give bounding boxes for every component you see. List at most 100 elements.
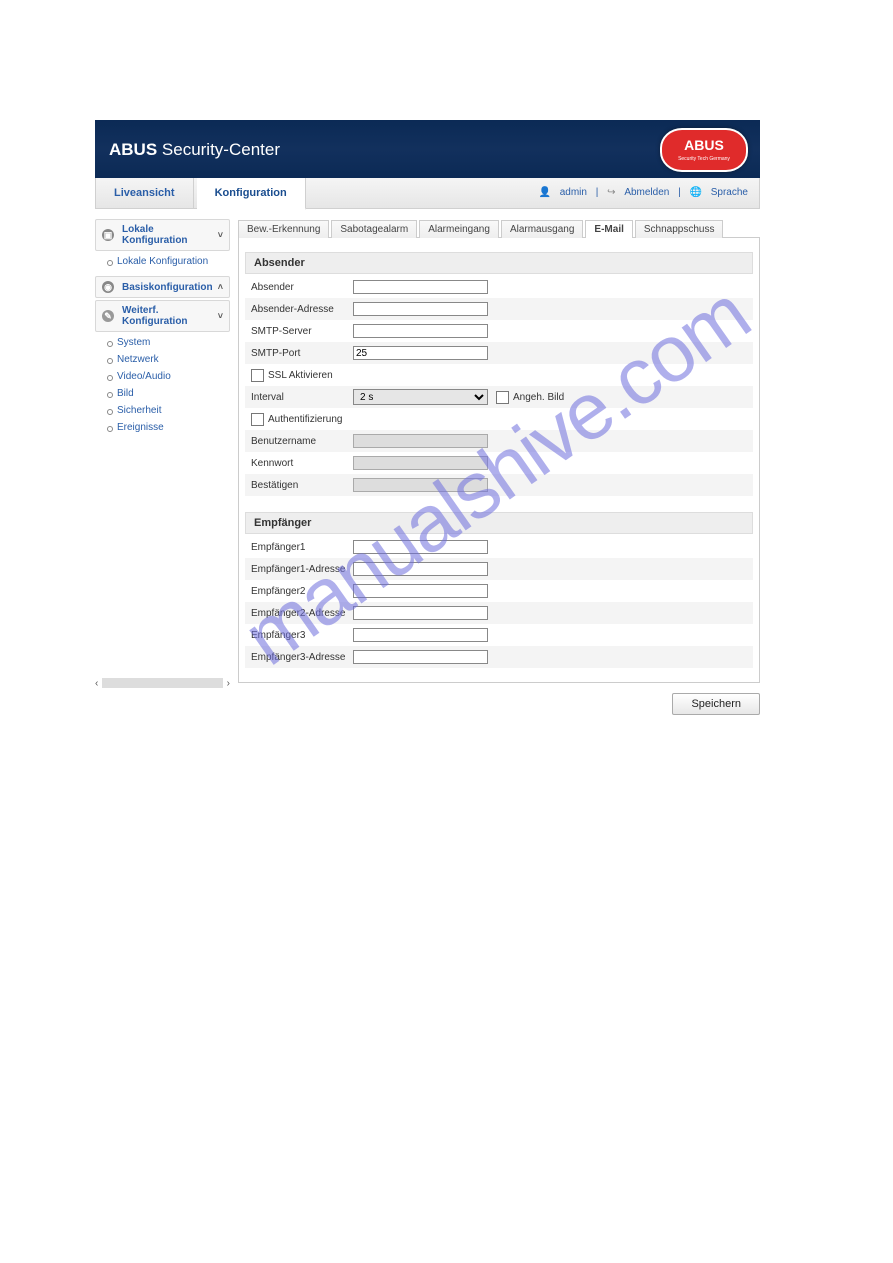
input-username [353,434,488,448]
row-r3: Empfänger3 [245,624,753,646]
sidebar-group-advanced-title: Weiterf. Konfiguration [122,305,218,327]
row-confirm: Bestätigen [245,474,753,496]
screen-icon: ▣ [102,229,114,241]
tab-liveview[interactable]: Liveansicht [96,178,194,208]
language-link[interactable]: Sprache [711,187,748,198]
sub-tab-bar: Bew.-Erkennung Sabotagealarm Alarmeingan… [238,219,760,237]
checkbox-attach-img[interactable] [496,391,509,404]
chevron-down-icon: ˅ [218,311,223,321]
row-sender-addr: Absender-Adresse [245,298,753,320]
input-password [353,456,488,470]
sidebar-item-videoaudio[interactable]: Video/Audio [95,368,230,385]
subtab-snapshot[interactable]: Schnappschuss [635,220,724,238]
input-sender-addr[interactable] [353,302,488,316]
input-sender[interactable] [353,280,488,294]
sidebar-item-image[interactable]: Bild [95,385,230,402]
row-password: Kennwort [245,452,753,474]
input-r2addr[interactable] [353,606,488,620]
header-bar: ABUS Security-Center ABUS Security Tech … [95,120,760,178]
select-interval[interactable]: 2 s [353,389,488,405]
label-r3: Empfänger3 [251,630,353,641]
subtab-motion[interactable]: Bew.-Erkennung [238,220,329,238]
row-username: Benutzername [245,430,753,452]
user-label[interactable]: admin [560,187,587,198]
chevron-up-icon: ˄ [218,282,223,292]
logout-link[interactable]: Abmelden [624,187,669,198]
input-smtp-port[interactable] [353,346,488,360]
subtab-alarm-out[interactable]: Alarmausgang [501,220,583,238]
section-head-sender: Absender [245,252,753,274]
row-r3addr: Empfänger3-Adresse [245,646,753,668]
sidebar-item-local-config[interactable]: Lokale Konfiguration [95,253,230,270]
scroll-right-icon[interactable]: › [227,678,230,689]
subtab-alarm-in[interactable]: Alarmeingang [419,220,499,238]
user-icon: 👤 [538,187,550,198]
label-r2addr: Empfänger2-Adresse [251,608,353,619]
tab-configuration[interactable]: Konfiguration [197,178,306,210]
label-attach-img: Angeh. Bild [513,392,564,403]
label-username: Benutzername [251,436,353,447]
sep2: | [678,187,681,198]
label-smtp-port: SMTP-Port [251,348,353,359]
brand-rest: Security-Center [157,140,280,159]
section-head-recipients: Empfänger [245,512,753,534]
wrench-icon: ✎ [102,310,114,322]
sidebar-group-basic-title: Basiskonfiguration [122,282,218,293]
sidebar-group-advanced-items: System Netzwerk Video/Audio Bild Sicherh… [95,334,230,436]
input-r1addr[interactable] [353,562,488,576]
sidebar-hscroll[interactable]: ‹ › [95,676,230,690]
sidebar-group-local[interactable]: ▣ Lokale Konfiguration ˅ [95,219,230,251]
label-ssl: SSL Aktivieren [268,370,333,381]
label-r1addr: Empfänger1-Adresse [251,564,353,575]
sidebar-item-system[interactable]: System [95,334,230,351]
main-panel: Bew.-Erkennung Sabotagealarm Alarmeingan… [238,219,760,715]
sidebar-group-local-title: Lokale Konfiguration [122,224,218,246]
brand-strong: ABUS [109,140,157,159]
scroll-track[interactable] [102,678,222,688]
label-smtp-server: SMTP-Server [251,326,353,337]
scroll-left-icon[interactable]: ‹ [95,678,98,689]
row-sender: Absender [245,276,753,298]
sidebar: ▣ Lokale Konfiguration ˅ Lokale Konfigur… [95,219,230,715]
label-r2: Empfänger2 [251,586,353,597]
abus-logo-icon: ABUS Security Tech Germany [660,128,748,172]
label-password: Kennwort [251,458,353,469]
row-r1: Empfänger1 [245,536,753,558]
sidebar-group-advanced[interactable]: ✎ Weiterf. Konfiguration ˅ [95,300,230,332]
checkbox-auth[interactable] [251,413,264,426]
input-confirm [353,478,488,492]
input-r3addr[interactable] [353,650,488,664]
label-r3addr: Empfänger3-Adresse [251,652,353,663]
row-auth: Authentifizierung [245,408,753,430]
label-auth: Authentifizierung [268,414,343,425]
row-smtp-server: SMTP-Server [245,320,753,342]
row-r2addr: Empfänger2-Adresse [245,602,753,624]
logo-subtitle: Security Tech Germany [662,156,746,162]
sidebar-group-local-items: Lokale Konfiguration [95,253,230,270]
input-smtp-server[interactable] [353,324,488,338]
label-sender-addr: Absender-Adresse [251,304,353,315]
subtab-tamper[interactable]: Sabotagealarm [331,220,417,238]
sidebar-group-basic[interactable]: ◉ Basiskonfiguration ˄ [95,276,230,298]
main-nav: Liveansicht Konfiguration 👤 admin | ↪ Ab… [95,178,760,209]
chevron-down-icon: ˅ [218,230,223,240]
nav-right-cluster: 👤 admin | ↪ Abmelden | 🌐 Sprache [535,178,751,208]
input-r1[interactable] [353,540,488,554]
label-interval: Interval [251,392,353,403]
sidebar-item-network[interactable]: Netzwerk [95,351,230,368]
save-button[interactable]: Speichern [672,693,760,715]
input-r3[interactable] [353,628,488,642]
row-smtp-port: SMTP-Port [245,342,753,364]
sidebar-item-security[interactable]: Sicherheit [95,402,230,419]
label-confirm: Bestätigen [251,480,353,491]
save-row: Speichern [238,693,760,715]
body-row: ▣ Lokale Konfiguration ˅ Lokale Konfigur… [95,219,760,715]
sidebar-item-events[interactable]: Ereignisse [95,419,230,436]
input-r2[interactable] [353,584,488,598]
row-ssl: SSL Aktivieren [245,364,753,386]
checkbox-ssl[interactable] [251,369,264,382]
subtab-email[interactable]: E-Mail [585,220,632,238]
logout-icon: ↪ [607,187,615,198]
email-form-panel: Absender Absender Absender-Adresse SMTP-… [238,237,760,683]
label-r1: Empfänger1 [251,542,353,553]
